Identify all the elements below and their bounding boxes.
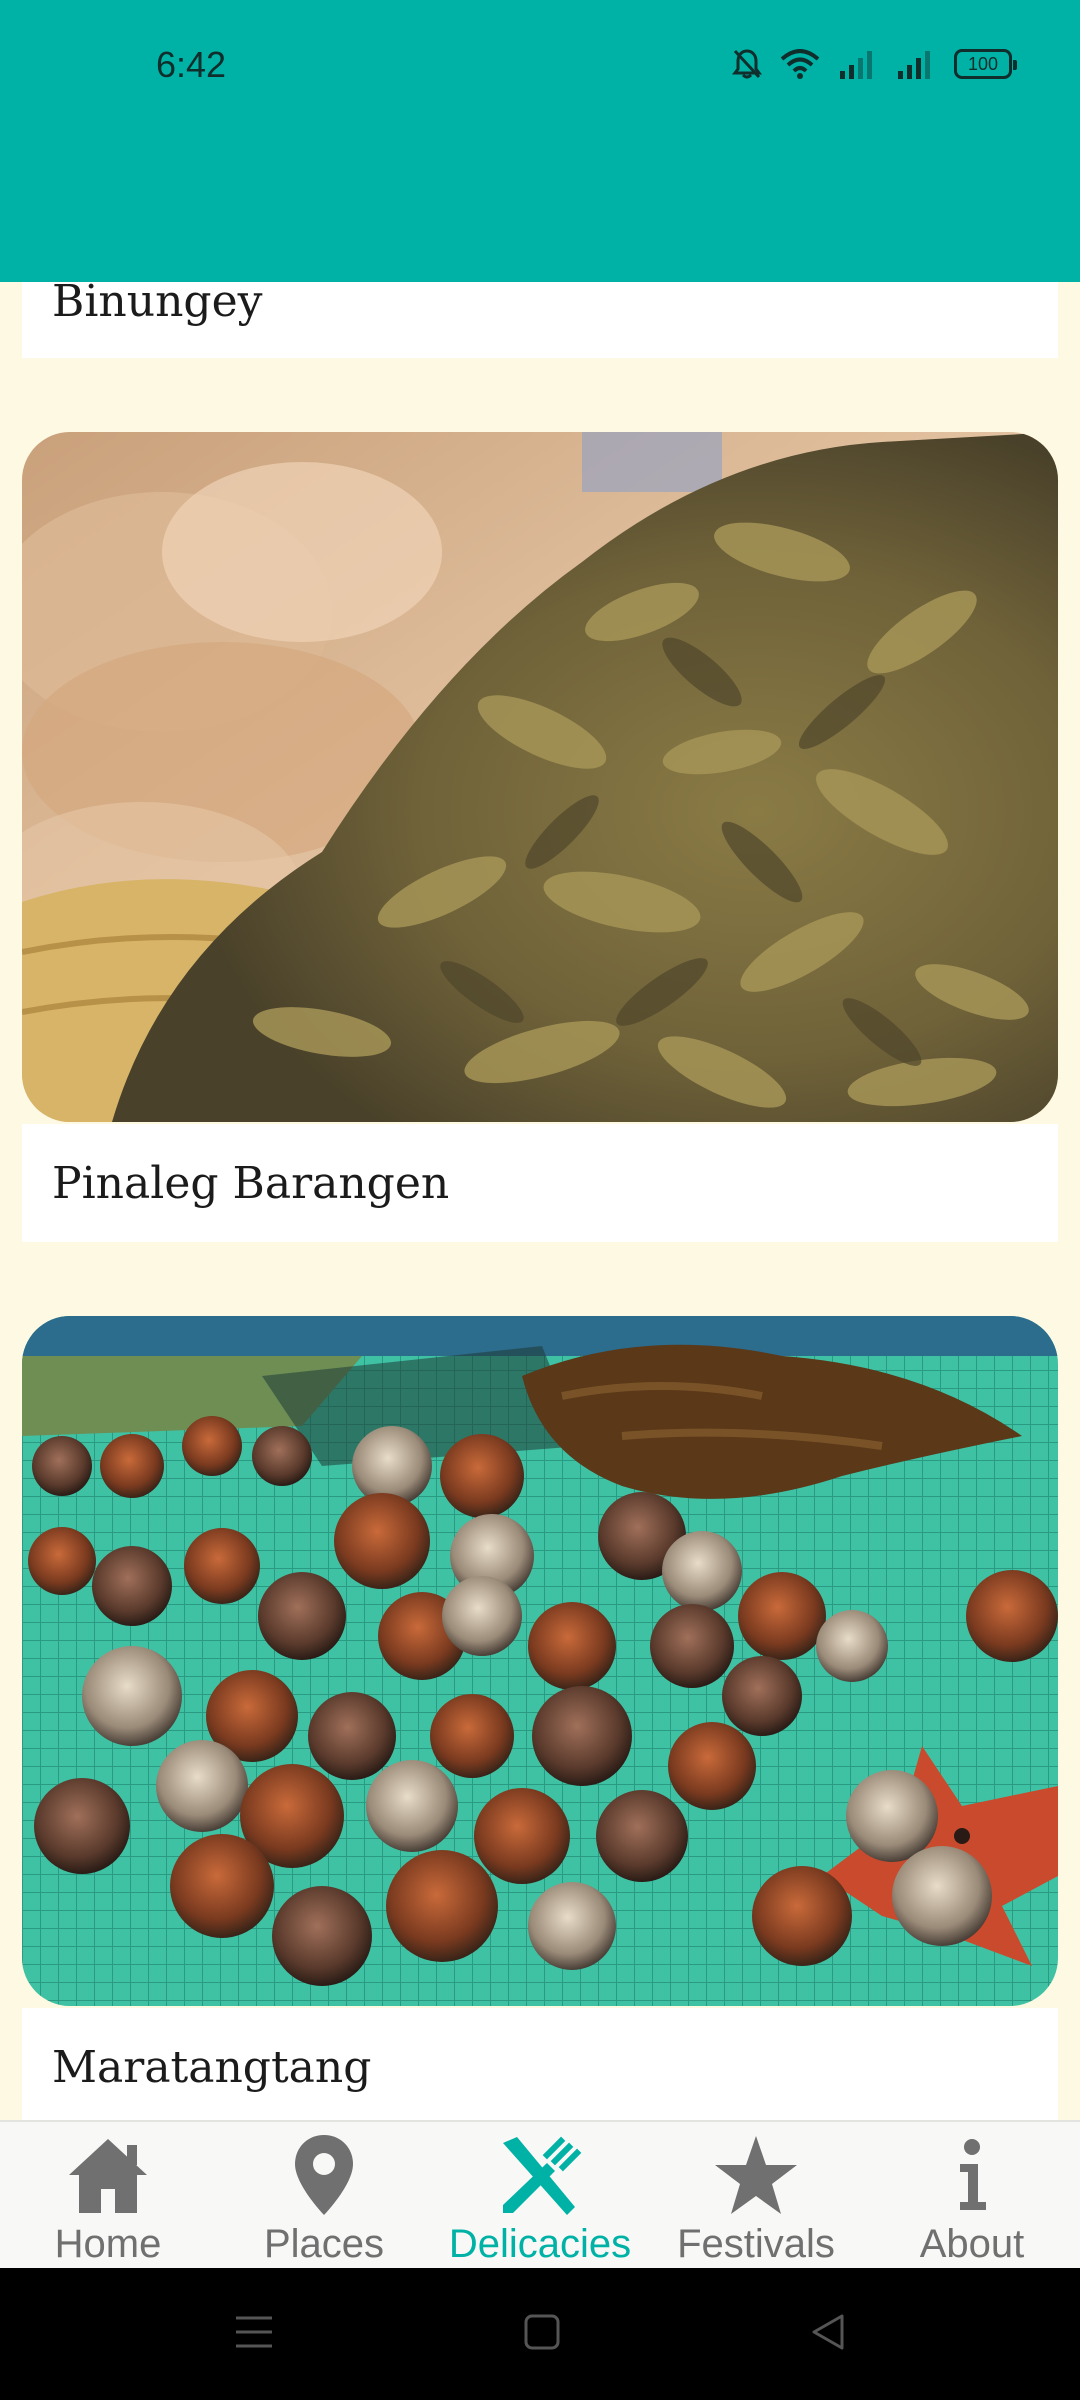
signal-icon <box>896 49 936 79</box>
status-icons: 100 <box>732 48 1017 80</box>
sea-urchins-photo <box>22 1316 1058 2006</box>
delicacy-card-pinaleg-barangen[interactable]: Pinaleg Barangen <box>22 432 1058 1242</box>
nav-label: Home <box>54 2222 162 2266</box>
mute-bell-icon <box>732 48 762 80</box>
utensils-icon <box>495 2130 585 2220</box>
info-icon <box>927 2130 1017 2220</box>
delicacy-title-box: Maratangtang <box>22 2008 1058 2122</box>
delicacy-title-box: Pinaleg Barangen <box>22 1124 1058 1242</box>
dried-fish-photo <box>22 432 1058 1122</box>
menu-icon[interactable] <box>234 2314 274 2354</box>
nav-delicacies[interactable]: Delicacies <box>432 2122 648 2268</box>
nav-label: Places <box>263 2222 385 2266</box>
delicacy-card-maratangtang[interactable]: Maratangtang <box>22 1316 1058 2122</box>
wifi-icon <box>780 49 820 79</box>
system-navigation-bar <box>0 2268 1080 2400</box>
home-icon <box>63 2130 153 2220</box>
nav-home[interactable]: Home <box>0 2122 216 2268</box>
bottom-navigation: Home Places Delicacies Festivals About <box>0 2120 1080 2268</box>
status-time: 6:42 <box>156 44 227 85</box>
delicacies-list[interactable]: Binungey Pinaleg Barangen Maratangtang <box>0 282 1080 2122</box>
nav-label: Delicacies <box>448 2222 632 2266</box>
screen: 6:42 100 Binungey Pinaleg Barangen Marat… <box>0 0 1080 2400</box>
star-icon <box>711 2130 801 2220</box>
signal-icon <box>838 49 878 79</box>
nav-about[interactable]: About <box>864 2122 1080 2268</box>
delicacy-card-binungey[interactable]: Binungey <box>22 282 1058 358</box>
back-triangle-icon[interactable] <box>810 2313 846 2355</box>
home-square-icon[interactable] <box>524 2314 560 2354</box>
map-pin-icon <box>279 2130 369 2220</box>
nav-label: About <box>919 2222 1025 2266</box>
delicacy-title: Maratangtang <box>52 2041 372 2093</box>
nav-label: Festivals <box>677 2222 835 2266</box>
delicacy-title: Binungey <box>52 282 263 327</box>
nav-festivals[interactable]: Festivals <box>648 2122 864 2268</box>
app-header: 6:42 100 <box>0 0 1080 282</box>
nav-places[interactable]: Places <box>216 2122 432 2268</box>
battery-icon: 100 <box>954 49 1017 79</box>
delicacy-title: Pinaleg Barangen <box>52 1157 450 1209</box>
